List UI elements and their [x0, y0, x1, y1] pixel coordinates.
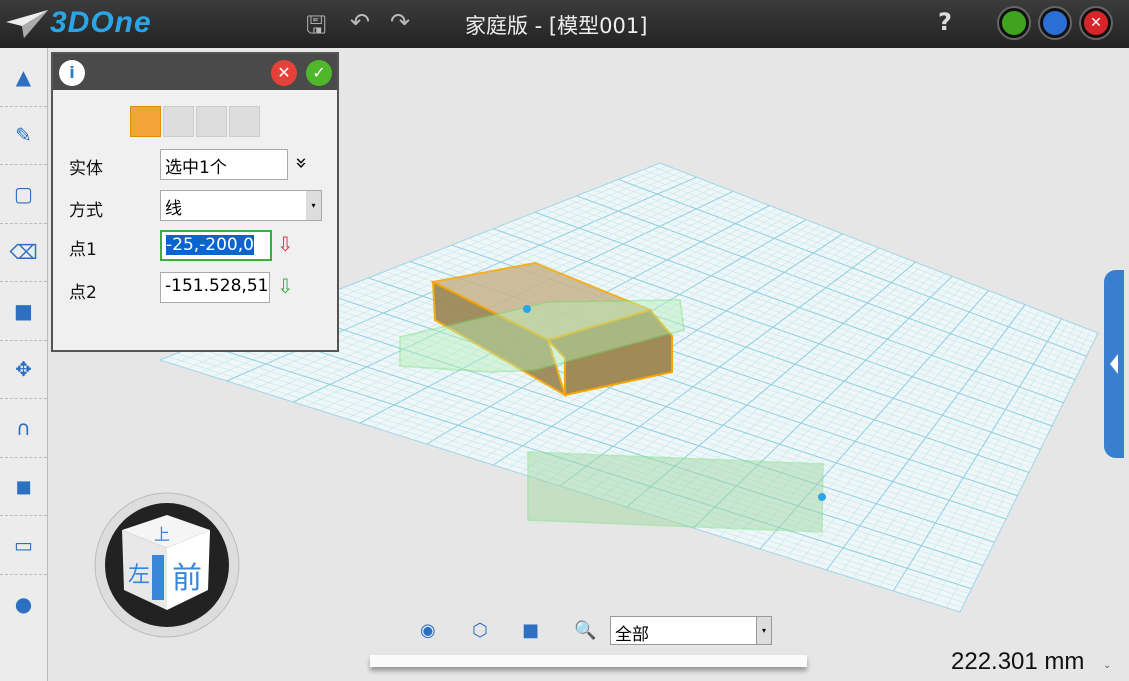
point1-input[interactable]: -25,-200,0: [160, 230, 272, 261]
entity-label: 实体: [69, 159, 103, 179]
point1-value: -25,-200,0: [166, 235, 254, 255]
entity-field[interactable]: 选中1个: [160, 149, 288, 180]
mode-face-button[interactable]: [163, 106, 194, 137]
sketch-icon[interactable]: ✎: [0, 107, 47, 165]
confirm-button[interactable]: ✓: [306, 60, 332, 86]
method-value: 线: [165, 199, 182, 219]
info-icon[interactable]: i: [59, 60, 85, 86]
primitive-shapes-icon[interactable]: ▲: [0, 48, 47, 107]
close-button[interactable]: ✕: [1081, 8, 1111, 38]
zoom-search-icon[interactable]: 🔍: [574, 620, 596, 641]
mode-edge-button[interactable]: [196, 106, 227, 137]
chevron-left-icon: [1110, 354, 1118, 374]
view-eye-icon[interactable]: ◉: [420, 620, 436, 641]
origin-marker: [523, 305, 531, 313]
help-button[interactable]: ?: [938, 8, 952, 36]
point1-label: 点1: [69, 240, 97, 260]
app-logo: 3DOne: [50, 6, 152, 39]
maximize-button[interactable]: [1040, 8, 1070, 38]
view-cube-top[interactable]: 上: [154, 525, 170, 544]
cancel-button[interactable]: ✕: [271, 60, 297, 86]
move-icon[interactable]: ✥: [0, 341, 47, 399]
paper-plane-logo-icon: [6, 10, 48, 38]
sketch-edit-icon[interactable]: ▢: [0, 165, 47, 224]
redo-icon[interactable]: ↷: [390, 8, 410, 36]
view-cube-front[interactable]: 前: [172, 561, 202, 596]
magnet-icon[interactable]: ∩: [0, 399, 47, 458]
minimize-button[interactable]: [999, 8, 1029, 38]
point-marker: [818, 493, 826, 501]
panel-header: i ✕ ✓: [53, 54, 337, 90]
method-select[interactable]: 线 ▾: [160, 190, 322, 221]
mode-point-button[interactable]: [229, 106, 260, 137]
side-panel-toggle[interactable]: [1104, 270, 1124, 458]
dropdown-arrow-icon[interactable]: ▾: [756, 617, 771, 644]
expand-icon[interactable]: »: [290, 157, 314, 169]
mode-solid-button[interactable]: [130, 106, 161, 137]
view-cube[interactable]: 上 左 前: [92, 490, 242, 640]
point2-label: 点2: [69, 283, 97, 303]
special-feature-icon[interactable]: ■: [0, 282, 47, 341]
command-panel: i ✕ ✓ 实体 选中1个 » 方式 线 ▾ 点1 -25,-200,0 ⇩ 点2…: [51, 52, 339, 352]
combine-icon[interactable]: ◼: [0, 458, 47, 516]
wireframe-cube-icon[interactable]: ⬡: [472, 620, 488, 641]
view-cube-left[interactable]: 左: [128, 563, 150, 588]
eraser-icon[interactable]: ⌫: [0, 224, 47, 282]
dropdown-arrow-icon[interactable]: ▾: [306, 191, 321, 220]
measure-readout: 222.301 mm: [951, 648, 1085, 675]
save-icon[interactable]: 🖫: [306, 8, 326, 49]
point2-input[interactable]: -151.528,51: [160, 272, 270, 303]
method-label: 方式: [69, 201, 103, 221]
title-bar: 3DOne 🖫 ↶ ↷ 家庭版 - [模型001] ? ✕: [0, 0, 1129, 48]
bottom-toolbar-shelf: [370, 655, 807, 667]
window-title: 家庭版 - [模型001]: [465, 14, 648, 38]
filter-select[interactable]: 全部 ▾: [610, 616, 772, 645]
material-sphere-icon[interactable]: ●: [0, 575, 47, 634]
measure-icon[interactable]: ▭: [0, 516, 47, 575]
preview-plane: [527, 451, 824, 533]
units-dropdown-icon[interactable]: ⌄: [1103, 660, 1111, 671]
filter-value: 全部: [615, 625, 649, 645]
shaded-cube-icon[interactable]: ■: [522, 620, 539, 641]
pick-point-red-icon[interactable]: ⇩: [277, 232, 294, 256]
undo-icon[interactable]: ↶: [350, 8, 370, 36]
left-toolbar: ▲ ✎ ▢ ⌫ ■ ✥ ∩ ◼ ▭ ●: [0, 48, 48, 681]
pick-point-green-icon[interactable]: ⇩: [277, 274, 294, 298]
